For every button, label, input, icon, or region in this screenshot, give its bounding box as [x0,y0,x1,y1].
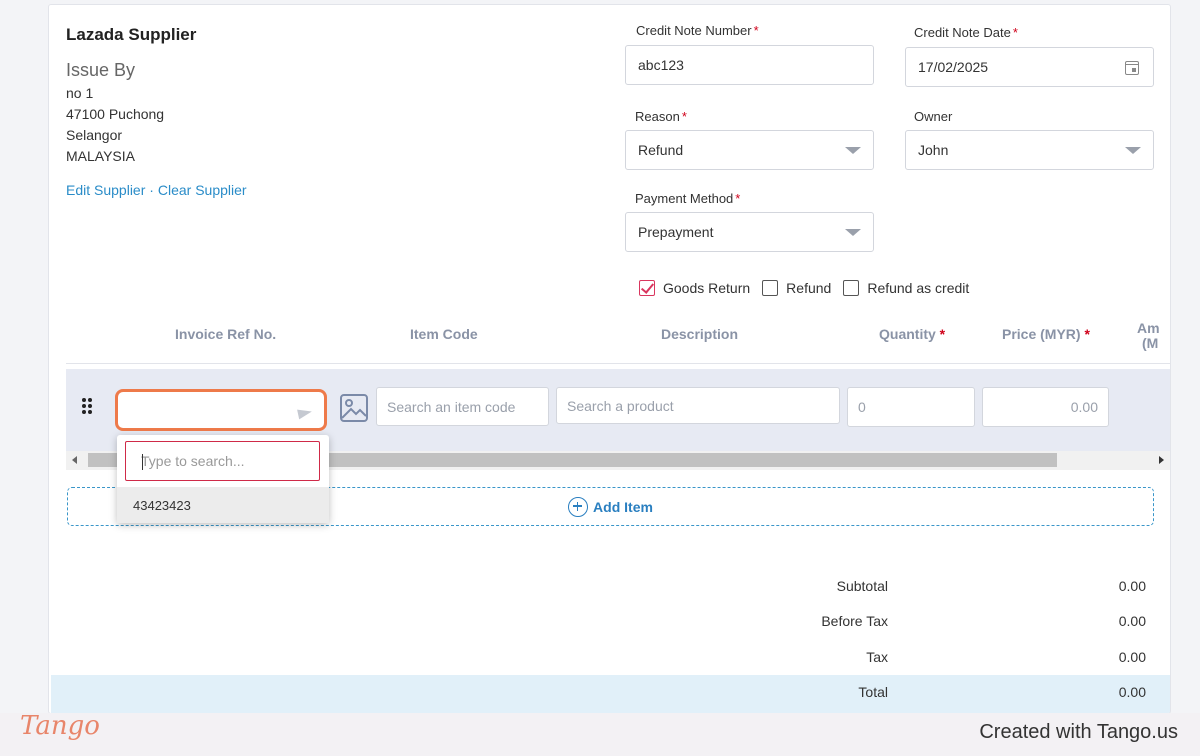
tango-logo: Tango [20,711,100,741]
credit-note-date-label: Credit Note Date * [914,25,1018,40]
chevron-down-icon [1125,147,1141,154]
product-search-input[interactable]: Search a product [556,387,840,424]
owner-label: Owner [914,109,953,124]
header-price: Price (MYR) * [1002,326,1090,342]
scroll-right-icon[interactable] [1159,456,1164,464]
subtotal-value: 0.00 [1118,578,1146,594]
dropdown-search-input[interactable]: Type to search... [125,441,320,481]
credit-note-number-input[interactable]: abc123 [625,45,874,85]
payment-method-label: Payment Method * [635,191,741,206]
refund-as-credit-checkbox[interactable]: Refund as credit [843,280,969,296]
item-code-input[interactable]: Search an item code [376,387,549,426]
drag-handle-icon[interactable] [82,398,94,414]
invoice-ref-select[interactable] [115,389,327,431]
credit-note-form-card: Lazada Supplier Issue By no 1 47100 Puch… [48,4,1171,714]
credit-note-number-label: Credit Note Number * [636,23,759,38]
checkbox-icon[interactable] [843,280,860,296]
refund-checkbox[interactable]: Refund [762,280,831,296]
payment-method-select[interactable]: Prepayment [625,212,874,252]
quantity-input[interactable]: 0 [847,387,975,427]
plus-circle-icon [568,496,589,517]
before-tax-value: 0.00 [1118,613,1146,629]
tax-label: Tax [866,649,888,665]
address-line-2: 47100 Puchong [66,106,165,122]
chevron-down-icon [845,229,861,236]
edit-supplier-link[interactable]: Edit Supplier [66,182,145,198]
header-description: Description [661,326,739,342]
credit-note-date-input[interactable]: 17/02/2025 [905,47,1154,87]
supplier-name: Lazada Supplier [66,25,197,44]
reason-select[interactable]: Refund [625,130,874,170]
checkbox-icon[interactable] [762,280,779,296]
header-amount-partial: Am [1137,320,1160,336]
header-item-code: Item Code [410,326,478,342]
chevron-down-icon [845,147,861,154]
link-separator: · [149,182,154,198]
tango-credit: Created with Tango.us [979,721,1178,743]
scroll-left-icon[interactable] [72,456,77,464]
address-line-1: no 1 [66,85,94,101]
image-icon[interactable] [339,393,369,423]
supplier-links: Edit Supplier · Clear Supplier [66,182,247,198]
price-input[interactable]: 0.00 [982,387,1109,427]
total-label: Total [858,684,888,700]
address-line-4: MALAYSIA [66,148,135,164]
issue-by-heading: Issue By [66,60,136,80]
calendar-icon[interactable] [1125,61,1139,75]
owner-select[interactable]: John [905,130,1154,170]
return-options: Goods Return Refund Refund as credit [639,280,981,296]
clear-supplier-link[interactable]: Clear Supplier [158,182,247,198]
invoice-ref-dropdown: Type to search... 43423423 [117,435,329,523]
before-tax-label: Before Tax [821,613,888,629]
table-header-divider [66,363,1170,364]
header-quantity: Quantity * [879,326,946,342]
tax-value: 0.00 [1118,649,1146,665]
checkbox-checked-icon[interactable] [639,280,655,296]
header-invoice-ref: Invoice Ref No. [175,326,277,342]
total-row-background [51,675,1170,713]
address-line-3: Selangor [66,127,123,143]
reason-label: Reason * [635,109,687,124]
subtotal-label: Subtotal [836,578,888,594]
goods-return-checkbox[interactable]: Goods Return [639,280,750,296]
dropdown-option[interactable]: 43423423 [117,487,329,523]
total-value: 0.00 [1118,684,1146,700]
header-amount-partial-unit: (M [1142,335,1159,351]
